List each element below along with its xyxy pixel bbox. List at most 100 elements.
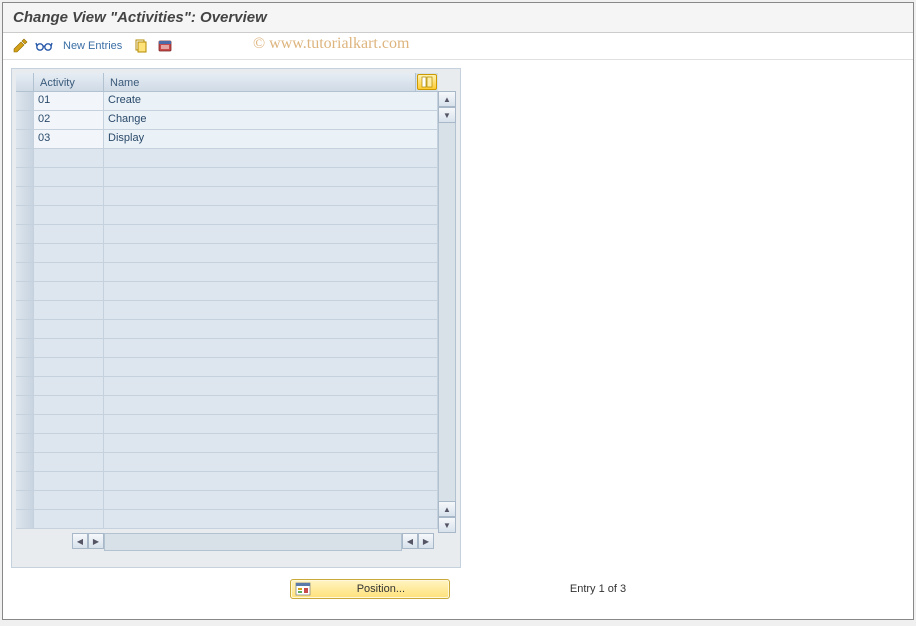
toolbar: New Entries © www.tutorialkart.com	[3, 33, 913, 60]
cell-activity[interactable]	[34, 358, 104, 376]
row-selector[interactable]	[16, 358, 34, 376]
cell-activity[interactable]	[34, 263, 104, 281]
cell-name[interactable]	[104, 510, 438, 528]
cell-activity[interactable]	[34, 339, 104, 357]
row-selector[interactable]	[16, 244, 34, 262]
horizontal-scroll-track[interactable]	[104, 533, 402, 551]
scroll-down-bottom-button[interactable]: ▼	[438, 517, 456, 533]
position-button[interactable]: Position...	[290, 579, 450, 599]
cell-activity[interactable]	[34, 225, 104, 243]
cell-name[interactable]	[104, 206, 438, 224]
cell-activity[interactable]	[34, 187, 104, 205]
table-row	[16, 320, 438, 339]
cell-activity[interactable]	[34, 168, 104, 186]
cell-activity[interactable]: 01	[34, 92, 104, 110]
cell-activity[interactable]	[34, 453, 104, 471]
vertical-scrollbar: ▲ ▼ ▲ ▼	[438, 73, 456, 533]
row-selector[interactable]	[16, 206, 34, 224]
cell-activity[interactable]	[34, 377, 104, 395]
cell-activity[interactable]	[34, 206, 104, 224]
scroll-right-button[interactable]: ▶	[88, 533, 104, 549]
row-selector[interactable]	[16, 92, 34, 110]
cell-name[interactable]: Change	[104, 111, 438, 129]
cell-activity[interactable]	[34, 320, 104, 338]
table-wrapper: Activity Name 01Create02Change03Display …	[16, 73, 456, 533]
cell-name[interactable]	[104, 225, 438, 243]
table-header-row: Activity Name	[16, 73, 438, 92]
cell-name[interactable]	[104, 282, 438, 300]
row-selector[interactable]	[16, 510, 34, 528]
scroll-up-bottom-button[interactable]: ▲	[438, 501, 456, 517]
cell-name[interactable]	[104, 453, 438, 471]
row-selector[interactable]	[16, 339, 34, 357]
cell-name[interactable]	[104, 358, 438, 376]
cell-name[interactable]	[104, 472, 438, 490]
row-selector[interactable]	[16, 377, 34, 395]
cell-activity[interactable]	[34, 244, 104, 262]
change-icon[interactable]	[11, 37, 29, 55]
cell-name[interactable]	[104, 263, 438, 281]
column-header-selector[interactable]	[16, 73, 34, 91]
cell-name[interactable]	[104, 396, 438, 414]
scroll-down-button[interactable]: ▼	[438, 107, 456, 123]
cell-name[interactable]	[104, 168, 438, 186]
cell-activity[interactable]	[34, 149, 104, 167]
row-selector[interactable]	[16, 320, 34, 338]
cell-activity[interactable]: 02	[34, 111, 104, 129]
row-selector[interactable]	[16, 168, 34, 186]
row-selector[interactable]	[16, 149, 34, 167]
cell-name[interactable]	[104, 301, 438, 319]
copy-icon[interactable]	[132, 37, 150, 55]
cell-activity[interactable]	[34, 301, 104, 319]
row-selector[interactable]	[16, 301, 34, 319]
new-entries-button[interactable]: New Entries	[59, 38, 126, 54]
row-selector[interactable]	[16, 187, 34, 205]
row-selector[interactable]	[16, 491, 34, 509]
scroll-right-end-button[interactable]: ▶	[418, 533, 434, 549]
cell-name[interactable]	[104, 491, 438, 509]
table-row	[16, 149, 438, 168]
cell-name[interactable]	[104, 415, 438, 433]
delete-icon[interactable]	[156, 37, 174, 55]
row-selector[interactable]	[16, 415, 34, 433]
cell-name[interactable]	[104, 149, 438, 167]
position-button-label: Position...	[317, 583, 445, 595]
cell-name[interactable]	[104, 434, 438, 452]
row-selector[interactable]	[16, 263, 34, 281]
row-selector[interactable]	[16, 453, 34, 471]
row-selector[interactable]	[16, 111, 34, 129]
column-header-activity[interactable]: Activity	[34, 73, 104, 91]
cell-name[interactable]: Create	[104, 92, 438, 110]
row-selector[interactable]	[16, 434, 34, 452]
scroll-left-end-button[interactable]: ◀	[402, 533, 418, 549]
cell-activity[interactable]	[34, 491, 104, 509]
cell-activity[interactable]	[34, 510, 104, 528]
row-selector[interactable]	[16, 282, 34, 300]
row-selector[interactable]	[16, 225, 34, 243]
cell-activity[interactable]	[34, 396, 104, 414]
table-row: 01Create	[16, 92, 438, 111]
table-row	[16, 244, 438, 263]
cell-name[interactable]	[104, 187, 438, 205]
cell-name[interactable]	[104, 339, 438, 357]
row-selector[interactable]	[16, 472, 34, 490]
scroll-left-button[interactable]: ◀	[72, 533, 88, 549]
scroll-up-button[interactable]: ▲	[438, 91, 456, 107]
row-selector[interactable]	[16, 130, 34, 148]
cell-activity[interactable]	[34, 415, 104, 433]
cell-activity[interactable]	[34, 472, 104, 490]
table-row	[16, 282, 438, 301]
cell-name[interactable]	[104, 244, 438, 262]
table-row	[16, 339, 438, 358]
cell-activity[interactable]: 03	[34, 130, 104, 148]
cell-activity[interactable]	[34, 434, 104, 452]
cell-name[interactable]: Display	[104, 130, 438, 148]
vertical-scroll-track[interactable]	[438, 123, 456, 501]
cell-name[interactable]	[104, 320, 438, 338]
glasses-icon[interactable]	[35, 37, 53, 55]
row-selector[interactable]	[16, 396, 34, 414]
cell-name[interactable]	[104, 377, 438, 395]
table-settings-button[interactable]	[417, 74, 437, 90]
column-header-name[interactable]: Name	[104, 73, 416, 91]
cell-activity[interactable]	[34, 282, 104, 300]
